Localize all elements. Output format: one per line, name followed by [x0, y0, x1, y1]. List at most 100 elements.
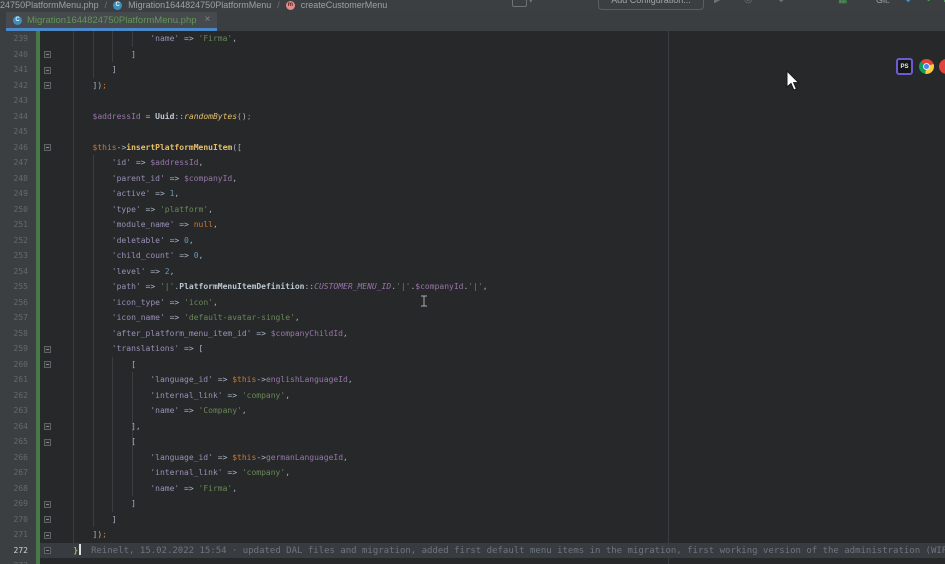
line-number[interactable]: 251 [0, 217, 32, 233]
close-icon[interactable]: × [205, 15, 211, 25]
git-branch-label[interactable]: Git: [876, 0, 890, 5]
line-number[interactable]: 241 [0, 62, 32, 78]
line-number[interactable]: 269 [0, 496, 32, 512]
line-number[interactable]: 263 [0, 403, 32, 419]
fold-marker[interactable] [44, 361, 51, 368]
code-line[interactable]: 'name' => 'Firma', [54, 31, 945, 47]
line-number[interactable]: 267 [0, 465, 32, 481]
line-number[interactable]: 255 [0, 279, 32, 295]
code-line[interactable]: ] [54, 47, 945, 63]
code-line[interactable]: ]); [54, 78, 945, 94]
git-push-icon[interactable]: ⬆ [941, 0, 945, 5]
line-number[interactable]: 261 [0, 372, 32, 388]
line-number[interactable]: 243 [0, 93, 32, 109]
chevron-down-icon[interactable]: ▾ [529, 0, 533, 5]
code-line[interactable]: 'language_id' => $this->englishLanguageI… [54, 372, 945, 388]
line-number[interactable]: 270 [0, 512, 32, 528]
line-number[interactable]: 257 [0, 310, 32, 326]
code-line[interactable]: }Reinelt, 15.02.2022 15:54 · updated DAL… [54, 543, 945, 559]
line-number[interactable]: 242 [0, 78, 32, 94]
code-line[interactable]: ] [54, 496, 945, 512]
code-line[interactable]: ], [54, 419, 945, 435]
line-number[interactable]: 273 [0, 558, 32, 564]
line-number[interactable]: 260 [0, 357, 32, 373]
code-line[interactable]: [ [54, 357, 945, 373]
line-number[interactable]: 254 [0, 264, 32, 280]
breadcrumb-method[interactable]: createCustomerMenu [301, 0, 388, 10]
line-number[interactable]: 248 [0, 171, 32, 187]
code-line[interactable]: [ [54, 434, 945, 450]
code-line[interactable]: ] [54, 512, 945, 528]
code-line[interactable]: 'path' => '|'.PlatformMenuItemDefinition… [54, 279, 945, 295]
line-number[interactable]: 244 [0, 109, 32, 125]
fold-marker[interactable] [44, 67, 51, 74]
line-number[interactable]: 245 [0, 124, 32, 140]
code-line[interactable]: ] [54, 62, 945, 78]
line-number[interactable]: 253 [0, 248, 32, 264]
code-line[interactable] [54, 93, 945, 109]
code-line[interactable]: 'translations' => [ [54, 341, 945, 357]
tab-migration-file[interactable]: C Migration1644824750PlatformMenu.php × [6, 12, 217, 31]
breadcrumb-class[interactable]: Migration1644824750PlatformMenu [128, 0, 271, 10]
code-line[interactable]: $this->insertPlatformMenuItem([ [54, 140, 945, 156]
vcs-added-change-bar[interactable] [36, 31, 40, 564]
line-number[interactable]: 246 [0, 140, 32, 156]
code-line[interactable]: 'internal_link' => 'company', [54, 465, 945, 481]
code-line[interactable]: 'language_id' => $this->germanLanguageId… [54, 450, 945, 466]
chrome-app-icon[interactable] [919, 59, 934, 74]
line-number[interactable]: 239 [0, 31, 32, 47]
download-icon[interactable]: ⬇ [777, 0, 785, 5]
code-line[interactable]: 'icon_name' => 'default-avatar-single', [54, 310, 945, 326]
code-editor[interactable]: 2392402412422432442452462472482492502512… [0, 31, 945, 564]
code-line[interactable]: $addressId = Uuid::randomBytes(); [54, 109, 945, 125]
line-number[interactable]: 249 [0, 186, 32, 202]
code-line[interactable]: 'id' => $addressId, [54, 155, 945, 171]
line-number[interactable]: 268 [0, 481, 32, 497]
code-line[interactable]: 'name' => 'Firma', [54, 481, 945, 497]
debug-icon[interactable]: ◎ [744, 0, 753, 5]
fold-marker[interactable] [44, 516, 51, 523]
fold-marker[interactable] [44, 501, 51, 508]
line-number[interactable]: 240 [0, 47, 32, 63]
line-number[interactable]: 252 [0, 233, 32, 249]
code-line[interactable]: 'level' => 2, [54, 264, 945, 280]
line-number[interactable]: 266 [0, 450, 32, 466]
code-line[interactable]: 'child_count' => 0, [54, 248, 945, 264]
code-line[interactable] [54, 558, 945, 564]
profiler-icon[interactable]: ▦ [838, 0, 847, 5]
code-line[interactable] [54, 124, 945, 140]
breadcrumb-file[interactable]: Migration1644824750PlatformMenu.php [0, 0, 99, 10]
line-number[interactable]: 247 [0, 155, 32, 171]
phpstorm-app-icon[interactable]: PS [896, 58, 913, 75]
line-number[interactable]: 258 [0, 326, 32, 342]
device-select-icon[interactable] [512, 0, 527, 7]
fold-marker[interactable] [44, 532, 51, 539]
fold-marker[interactable] [44, 346, 51, 353]
line-number[interactable]: 256 [0, 295, 32, 311]
code-line[interactable]: 'icon_type' => 'icon', [54, 295, 945, 311]
code-line[interactable]: 'module_name' => null, [54, 217, 945, 233]
add-configuration-button[interactable]: Add Configuration... [598, 0, 704, 10]
fold-marker[interactable] [44, 423, 51, 430]
fold-marker[interactable] [44, 51, 51, 58]
line-number[interactable]: 262 [0, 388, 32, 404]
fold-marker[interactable] [44, 144, 51, 151]
code-line[interactable]: 'after_platform_menu_item_id' => $compan… [54, 326, 945, 342]
run-icon[interactable]: ▶ [714, 0, 722, 5]
fold-marker[interactable] [44, 82, 51, 89]
code-line[interactable]: 'deletable' => 0, [54, 233, 945, 249]
line-number[interactable]: 271 [0, 527, 32, 543]
line-number[interactable]: 259 [0, 341, 32, 357]
fold-marker[interactable] [44, 439, 51, 446]
code-line[interactable]: 'name' => 'Company', [54, 403, 945, 419]
line-number[interactable]: 264 [0, 419, 32, 435]
line-number[interactable]: 272 [0, 543, 32, 559]
line-number[interactable]: 265 [0, 434, 32, 450]
code-line[interactable]: 'active' => 1, [54, 186, 945, 202]
minimize-icon[interactable]: ─ [860, 0, 867, 5]
code-line[interactable]: ]); [54, 527, 945, 543]
fold-marker[interactable] [44, 547, 51, 554]
code-line[interactable]: 'internal_link' => 'company', [54, 388, 945, 404]
code-line[interactable]: 'type' => 'platform', [54, 202, 945, 218]
git-update-icon[interactable]: ⬇ [904, 0, 912, 5]
